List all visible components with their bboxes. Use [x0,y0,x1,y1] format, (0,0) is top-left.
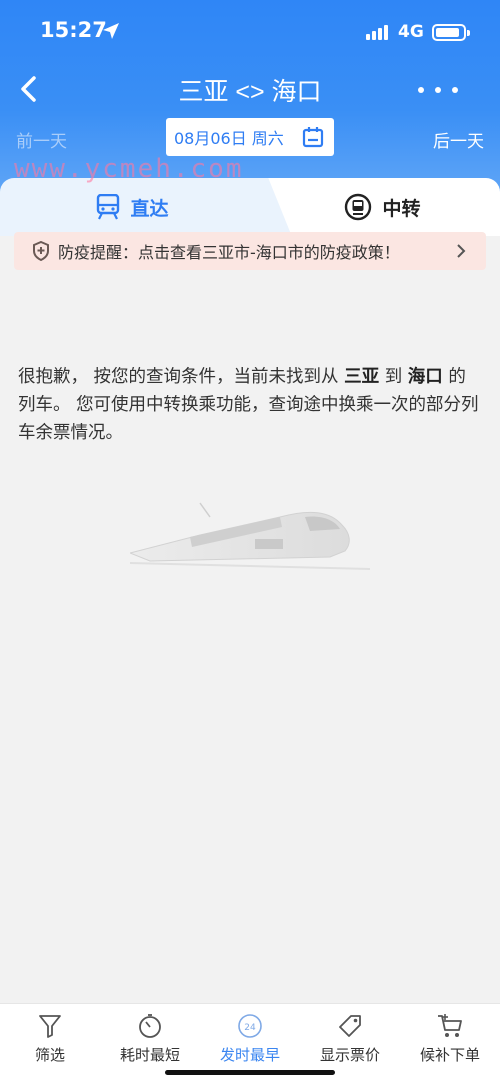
calendar-icon [302,127,324,148]
date-navigation: 前一天 08月06日 周六 后一天 [0,118,500,158]
epidemic-notice-banner[interactable]: 防疫提醒：点击查看三亚市-海口市的防疫政策！ [14,232,486,270]
shortest-duration-button[interactable]: 耗时最短 [100,1012,200,1065]
no-results-message: 很抱歉， 按您的查询条件，当前未找到从 三亚 到 海口 的列车。 您可使用中转换… [18,367,479,443]
price-tag-icon [339,1015,361,1037]
origin-station: 三亚 [344,367,380,387]
tab-transfer[interactable]: 中转 [265,178,500,236]
status-bar: 15:27 4G [0,0,500,62]
show-price-button[interactable]: 显示票价 [300,1012,400,1065]
network-type: 4G [398,22,424,42]
clock-24-icon: 24 [238,1014,262,1038]
home-indicator [165,1070,335,1075]
watermark: www.ycmeh.com [14,154,244,184]
more-options-button[interactable] [418,80,458,100]
tab-transfer-label: 中转 [382,197,421,220]
shield-icon [33,241,49,261]
notice-text: 防疫提醒：点击查看三亚市-海口市的防疫政策！ [58,243,400,262]
cart-plus-icon [438,1014,462,1037]
battery-icon [432,24,470,41]
location-arrow-icon [103,23,119,39]
timer-icon [139,1014,161,1038]
back-button[interactable] [14,72,48,106]
svg-text:24: 24 [244,1023,256,1033]
filter-button[interactable]: 筛选 [0,1012,100,1065]
date-picker[interactable]: 08月06日 周六 [166,118,334,156]
waitlist-order-button[interactable]: 候补下单 [400,1012,500,1065]
cellular-signal-icon [366,25,388,40]
transfer-train-icon [345,193,372,221]
next-day-button[interactable]: 后一天 [433,127,484,152]
earliest-departure-button[interactable]: 24 发时最早 [200,1012,300,1065]
tab-direct[interactable]: 直达 [0,178,265,236]
selected-date: 08月06日 周六 [174,129,284,148]
destination-station: 海口 [407,367,443,387]
page-title: 三亚 <> 海口 [178,78,322,106]
train-icon [97,194,120,220]
train-illustration [130,502,370,570]
status-time: 15:27 [40,18,107,42]
chevron-right-icon [457,244,466,258]
tab-bar: 中转 直达 [0,178,500,236]
tab-direct-label: 直达 [130,197,169,220]
chevron-left-icon [21,76,36,102]
prev-day-button[interactable]: 前一天 [16,127,67,152]
filter-icon [39,1015,61,1038]
